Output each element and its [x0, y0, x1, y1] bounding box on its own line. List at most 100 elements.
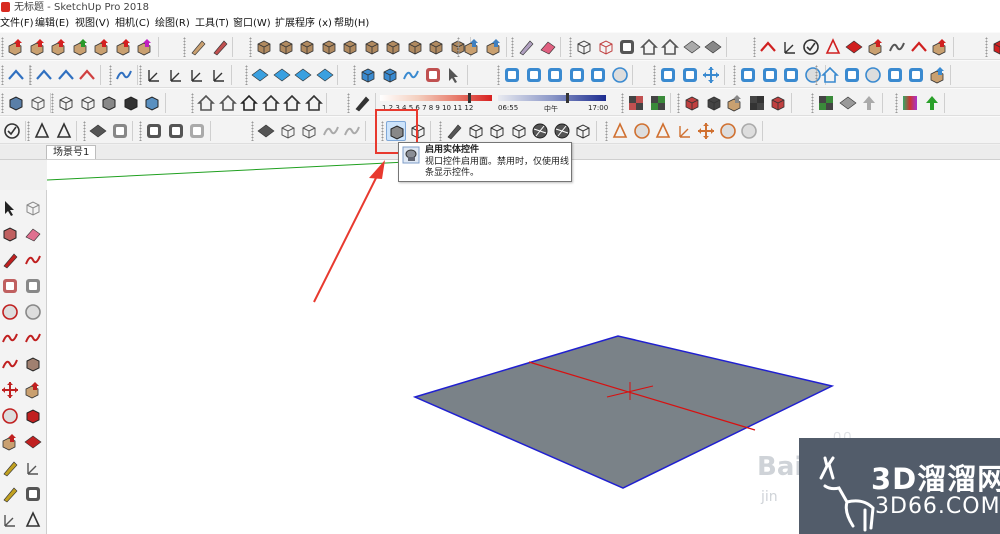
toolbar-button[interactable] — [166, 65, 186, 85]
toolbar-grip[interactable] — [457, 37, 460, 57]
toolbar-button[interactable] — [838, 93, 858, 113]
toolbar-grip[interactable] — [109, 65, 112, 85]
toolbar-button[interactable] — [552, 121, 572, 141]
toolbar-button[interactable] — [738, 65, 758, 85]
toolbar-button[interactable] — [121, 93, 141, 113]
toolbar-grip[interactable] — [191, 93, 194, 113]
toolbar-button[interactable] — [516, 37, 536, 57]
left-tool-button[interactable] — [0, 328, 20, 348]
toolbar-button[interactable] — [538, 37, 558, 57]
toolbar-button[interactable] — [209, 65, 229, 85]
left-tool-button[interactable] — [23, 250, 43, 270]
left-tool-button[interactable] — [23, 458, 43, 478]
toolbar-button[interactable] — [196, 93, 216, 113]
menu-file[interactable]: 文件(F) — [0, 17, 34, 30]
left-tool-button[interactable] — [23, 380, 43, 400]
toolbar-button[interactable] — [144, 65, 164, 85]
scene-tab-1[interactable]: 场景号1 — [46, 145, 97, 159]
toolbar-button[interactable] — [362, 37, 382, 57]
toolbar-button[interactable] — [704, 93, 724, 113]
toolbar-button[interactable] — [299, 121, 319, 141]
toolbar-grip[interactable] — [139, 65, 142, 85]
toolbar-button[interactable] — [900, 93, 920, 113]
left-tool-button[interactable] — [0, 510, 20, 530]
toolbar-button[interactable] — [545, 65, 565, 85]
toolbar-button[interactable] — [466, 121, 486, 141]
toolbar-button[interactable] — [352, 93, 372, 113]
toolbar-grip[interactable] — [1, 93, 4, 113]
toolbar-button[interactable] — [906, 65, 926, 85]
menu-window[interactable]: 窗口(W) — [233, 17, 271, 30]
toolbar-button[interactable] — [142, 93, 162, 113]
shadow-month-thumb[interactable] — [468, 93, 471, 103]
toolbar-button[interactable] — [573, 121, 593, 141]
toolbar-button[interactable] — [823, 37, 843, 57]
toolbar-grip[interactable] — [347, 93, 350, 113]
toolbar-button[interactable] — [780, 37, 800, 57]
toolbar-button[interactable] — [758, 37, 778, 57]
menu-view[interactable]: 视图(V) — [75, 17, 110, 30]
toolbar-grip[interactable] — [733, 65, 736, 85]
toolbar-button[interactable] — [632, 121, 652, 141]
toolbar-button[interactable] — [135, 37, 155, 57]
toolbar-button[interactable] — [859, 93, 879, 113]
toolbar-button[interactable] — [574, 37, 594, 57]
toolbar-button[interactable] — [383, 37, 403, 57]
toolbar-grip[interactable] — [753, 37, 756, 57]
toolbar-button[interactable] — [703, 37, 723, 57]
toolbar-button[interactable] — [725, 93, 745, 113]
menu-extensions[interactable]: 扩展程序 (x) — [275, 17, 332, 30]
toolbar-button[interactable] — [6, 93, 26, 113]
toolbar-grip[interactable] — [1, 37, 4, 57]
toolbar-grip[interactable] — [653, 65, 656, 85]
toolbar-button[interactable] — [92, 37, 112, 57]
toolbar-button[interactable] — [639, 37, 659, 57]
toolbar-button[interactable] — [844, 37, 864, 57]
toolbar-button[interactable] — [256, 121, 276, 141]
toolbar-button[interactable] — [567, 65, 587, 85]
left-tool-button[interactable] — [0, 250, 20, 270]
toolbar-grip[interactable] — [29, 65, 32, 85]
shadow-time-slider[interactable]: 06:55 中午 17:00 — [498, 93, 608, 113]
toolbar-button[interactable] — [28, 93, 48, 113]
toolbar-button[interactable] — [610, 65, 630, 85]
menu-edit[interactable]: 编辑(E) — [35, 17, 69, 30]
toolbar-button[interactable] — [444, 65, 464, 85]
toolbar-button[interactable] — [187, 65, 207, 85]
menu-tools[interactable]: 工具(T) — [195, 17, 229, 30]
toolbar-button[interactable] — [71, 37, 91, 57]
toolbar-button[interactable] — [930, 37, 950, 57]
toolbar-grip[interactable] — [569, 37, 572, 57]
toolbar-button[interactable] — [144, 121, 164, 141]
toolbar-button[interactable] — [660, 37, 680, 57]
toolbar-grip[interactable] — [511, 37, 514, 57]
left-tool-button[interactable] — [23, 354, 43, 374]
toolbar-button[interactable] — [114, 37, 134, 57]
left-tool-button[interactable] — [23, 406, 43, 426]
toolbar-grip[interactable] — [83, 121, 86, 141]
toolbar-grip[interactable] — [605, 121, 608, 141]
toolbar-button[interactable] — [701, 65, 721, 85]
toolbar-button[interactable] — [34, 65, 54, 85]
toolbar-button[interactable] — [340, 37, 360, 57]
toolbar-button[interactable] — [28, 37, 48, 57]
toolbar-button[interactable] — [250, 65, 270, 85]
toolbar-button[interactable] — [653, 121, 673, 141]
toolbar-grip[interactable] — [51, 93, 54, 113]
toolbar-button[interactable] — [114, 65, 134, 85]
toolbar-button[interactable] — [210, 37, 230, 57]
toolbar-button[interactable] — [768, 93, 788, 113]
toolbar-grip[interactable] — [439, 121, 442, 141]
toolbar-button[interactable] — [781, 65, 801, 85]
toolbar-button[interactable] — [49, 37, 69, 57]
toolbar-button[interactable] — [254, 37, 274, 57]
toolbar-button[interactable] — [99, 93, 119, 113]
toolbar-grip[interactable] — [183, 37, 186, 57]
toolbar-button[interactable] — [648, 93, 668, 113]
toolbar-button[interactable] — [922, 93, 942, 113]
toolbar-button[interactable] — [588, 65, 608, 85]
menu-camera[interactable]: 相机(C) — [115, 17, 150, 30]
toolbar-button[interactable] — [342, 121, 362, 141]
toolbar-button[interactable] — [885, 65, 905, 85]
left-tool-button[interactable] — [23, 276, 43, 296]
